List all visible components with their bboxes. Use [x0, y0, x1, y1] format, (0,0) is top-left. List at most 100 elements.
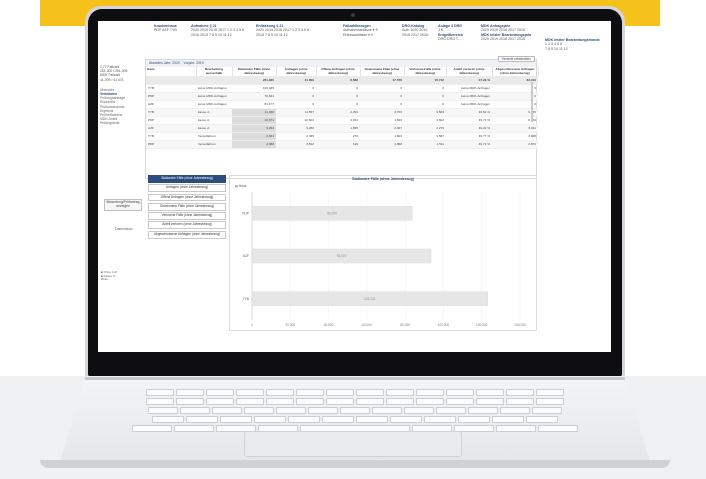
table-scrollbar[interactable] — [531, 82, 533, 122]
key — [244, 407, 274, 414]
key — [356, 389, 384, 396]
table-row[interactable]: PDP kasse xt 10,671 10,603 2,811 4,620 4,602 49… — [146, 116, 538, 125]
table-cell: 4,700 — [360, 108, 404, 117]
column-header[interactable]: Stationäre Fälle (ohne Jahresbezug) — [232, 67, 277, 77]
filter-aufnahme[interactable]: Aufnahme § 21 2020 2019 2018 2017 1 2 3 … — [191, 24, 244, 37]
filter-values[interactable]: 2016 2015 7 8 9 10 11 12 — [191, 33, 244, 37]
x-tick-label: 140,000 — [514, 323, 526, 327]
key — [506, 398, 534, 405]
measure-option[interactable]: Anfragen (ohne Jahresbezug) — [148, 184, 226, 193]
table-cell: 0 — [316, 92, 360, 101]
table-cell: 270 — [316, 132, 360, 141]
tab-previous-year[interactable]: Vorjahr: 2019 — [184, 61, 204, 65]
table-cell: AZF — [146, 100, 196, 109]
table-cell: 8,588 — [316, 76, 360, 85]
key-row — [108, 407, 602, 414]
key — [180, 407, 210, 414]
x-tick-label: 60,000 — [362, 323, 372, 327]
category-label: PDP — [242, 212, 250, 216]
table-cell: 6,611 — [492, 124, 538, 133]
filter-drg-katalog[interactable]: DRG-Katalog Auth 2020 2019 2018 2017 201… — [402, 24, 428, 37]
table-cell — [196, 76, 232, 85]
key — [186, 416, 218, 423]
table-row[interactable]: AZF keine MDK-Anfragen 81,177 0 0 0 0 keine MDK… — [146, 100, 538, 109]
table-cell: Versetfahren — [196, 140, 232, 149]
table-cell: 1,868 — [360, 140, 404, 149]
key — [206, 389, 234, 396]
measure-option[interactable]: Gewonnene Fälle (ohne Jahresbezug) — [148, 202, 226, 211]
filter-entlassung[interactable]: Entlassung § 21 2020 2019 2018 2017 1 2 … — [256, 24, 309, 37]
filter-values[interactable]: 2020 2019 2018 2017 1 2 3 4 5 6 — [256, 28, 309, 32]
column-header[interactable]: Anteil verloren (ohne Jahresbezug) — [446, 67, 493, 77]
column-header[interactable]: Anfragen (ohne Jahresbezug) — [276, 67, 317, 77]
column-header[interactable]: Haus — [146, 67, 197, 77]
left-sidebar: 1,77 Fallzahl 261,300 / 261,305 MDK Fall… — [100, 65, 142, 126]
filter-values[interactable]: Aufnahmeanlässe ▾ 9 — [343, 28, 378, 32]
table-row[interactable]: 261,300 41,009 8,588 17,578 15,742 47,29 % 32,… — [146, 76, 538, 85]
table-row[interactable]: PDP keine MDK-Anfragen 70,641 0 0 0 0 keine MDK… — [146, 92, 538, 101]
table-cell: 49,22 % — [446, 124, 492, 133]
tab-current-year[interactable]: Aktuelles Jahr: 2020 — [149, 61, 180, 65]
table-cell: PDP — [146, 140, 196, 149]
key — [236, 389, 264, 396]
filter-values[interactable]: 7 8 9 10 11 12 — [545, 47, 600, 51]
filter-anlage[interactable]: Anlage 3 DRG J N Entgeltbereich DRG DRG … — [438, 24, 463, 41]
filter-krankenhaus[interactable]: Krankenhaus PDP AZF TYB — [154, 24, 177, 33]
column-header[interactable]: Offene Anfragen (ohne Jahresbezug) — [316, 67, 361, 77]
measure-option[interactable]: Stationäre Fälle (ohne Jahresbezug) — [148, 175, 226, 183]
filter-values[interactable]: 2020 2019 2018 2017 2016 — [481, 37, 531, 41]
key — [468, 407, 498, 414]
filter-values[interactable]: 2020 2019 2018 2017 1 2 3 4 5 6 — [191, 28, 244, 32]
column-header[interactable]: Bearbeitung ausserhalb — [196, 67, 233, 77]
filter-values[interactable]: 2020 2019 2018 2017 2016 — [481, 28, 531, 32]
key — [446, 389, 474, 396]
filter-values[interactable]: 2018 2017 2016 — [402, 33, 428, 37]
table-cell: 0 — [360, 100, 404, 109]
filter-values[interactable]: 2016 7 8 9 10 11 12 — [256, 33, 309, 37]
table-row[interactable]: TYB Versetfahren 2,361 2,385 270 1,603 1,567 49… — [146, 132, 538, 141]
filter-mdk-anfragejahr[interactable]: MDK Anfragejahr 2020 2019 2018 2017 2016… — [481, 24, 531, 41]
key — [296, 398, 324, 405]
key — [538, 425, 578, 432]
x-tick-label: 100,000 — [438, 323, 450, 327]
filter-values[interactable]: Entlassanlässe ▾ 9 — [343, 33, 378, 37]
table-row[interactable]: TYB keine MDK-Anfragen 109,425 0 0 0 0 keine MD… — [146, 84, 538, 93]
key-row — [108, 416, 602, 423]
key-row — [108, 389, 602, 396]
table-cell: kasse xt — [196, 124, 232, 133]
measure-option[interactable]: Anteil verloren (ohne Jahresbezug) — [148, 221, 226, 230]
measure-option[interactable]: Offene Anfragen (ohne Jahresbezug) — [148, 193, 226, 202]
measure-option[interactable]: Verlorene Fälle (ohne Jahresbezug) — [148, 212, 226, 220]
nav-item[interactable]: Prüfergebnis — [100, 121, 142, 125]
table-row[interactable]: TYB kasse xt 11,340 11,557 2,294 4,700 4,563 46… — [146, 108, 538, 117]
table-cell: 2,811 — [316, 116, 360, 125]
table-cell: 49,72 % — [446, 140, 492, 149]
key — [276, 407, 306, 414]
column-header[interactable]: Verlorene Fälle (ohne Jahresbezug) — [404, 67, 447, 77]
table-cell: 2,361 — [232, 132, 276, 141]
key — [266, 389, 294, 396]
show-assessment-button[interactable]: Bewertung/Prüfantrag anzeigen — [104, 199, 142, 211]
export-button[interactable]: Herstellt erfolderlider — [497, 56, 535, 62]
data-table-panel: Herstellt erfolderlider Aktuelles Jahr: … — [145, 56, 539, 179]
column-header[interactable]: Gewonnene Fälle (ohne Jahresbezug) — [360, 67, 405, 77]
table-cell: 2,307 — [360, 124, 404, 133]
filter-values[interactable]: PDP AZF TYB — [154, 28, 177, 32]
filter-mdk-monat[interactable]: MDK letzter Bearbeitungsmonat 1 2 3 4 5 … — [545, 38, 600, 51]
filter-fallzahl[interactable]: Fallzahlbezogen Aufnahmeanlässe ▾ 9 Entl… — [343, 24, 378, 37]
key — [148, 407, 178, 414]
table-cell: 10,603 — [276, 116, 316, 125]
table-row[interactable]: PDP Versetfahren 2,388 3,612 149 1,868 1,511 49… — [146, 140, 538, 149]
measure-selector: Stationäre Fälle (ohne Jahresbezug) Anfra… — [148, 175, 226, 240]
key — [146, 398, 174, 405]
filter-values[interactable]: Auth 2020 2019 — [402, 28, 428, 32]
key — [446, 398, 474, 405]
table-row[interactable]: AZF kasse xt 9,294 9,286 1,655 2,307 2,279 49,2… — [146, 124, 538, 133]
table-cell: 41,009 — [276, 76, 316, 85]
filter-values[interactable]: DRG DRG T... — [438, 37, 463, 41]
data-label: 83,700 — [327, 212, 337, 216]
key — [496, 425, 536, 432]
measure-option[interactable]: Abgeschlossene Anfragen (ohne Jahresbezu… — [148, 230, 226, 239]
table-cell: 3,612 — [276, 140, 316, 149]
column-header[interactable]: Abgeschlossene Anfragen (ohne Jahresbezu… — [492, 67, 539, 77]
